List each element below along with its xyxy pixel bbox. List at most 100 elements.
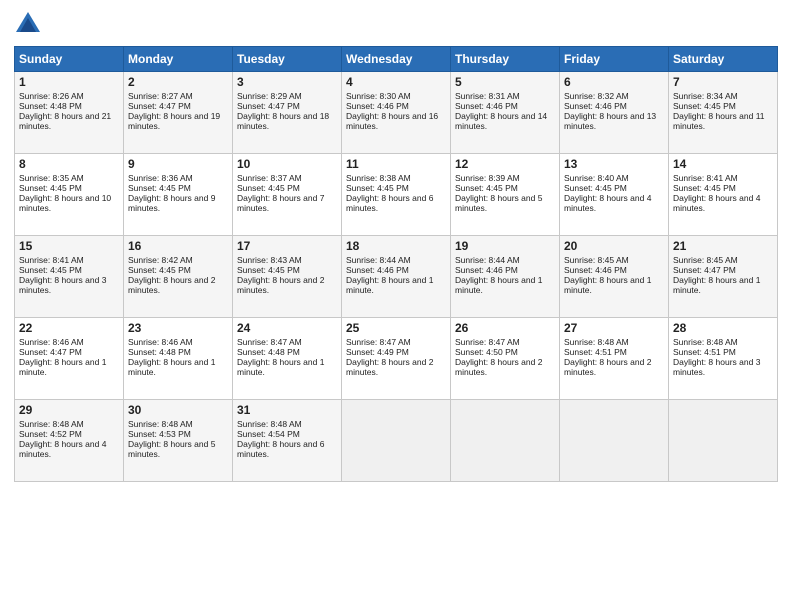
calendar-cell: 7 Sunrise: 8:34 AM Sunset: 4:45 PM Dayli… (669, 72, 778, 154)
sunrise-label: Sunrise: 8:48 AM (237, 419, 302, 429)
calendar-row: 8 Sunrise: 8:35 AM Sunset: 4:45 PM Dayli… (15, 154, 778, 236)
sunset-label: Sunset: 4:52 PM (19, 429, 82, 439)
sunset-label: Sunset: 4:46 PM (346, 101, 409, 111)
calendar-cell: 24 Sunrise: 8:47 AM Sunset: 4:48 PM Dayl… (233, 318, 342, 400)
calendar-cell: 18 Sunrise: 8:44 AM Sunset: 4:46 PM Dayl… (342, 236, 451, 318)
day-number: 10 (237, 157, 337, 171)
day-number: 27 (564, 321, 664, 335)
day-number: 5 (455, 75, 555, 89)
sunrise-label: Sunrise: 8:36 AM (128, 173, 193, 183)
daylight-label: Daylight: 8 hours and 4 minutes. (564, 193, 651, 213)
daylight-label: Daylight: 8 hours and 4 minutes. (673, 193, 760, 213)
logo-icon (14, 10, 42, 38)
sunset-label: Sunset: 4:45 PM (128, 183, 191, 193)
sunset-label: Sunset: 4:48 PM (128, 347, 191, 357)
sunrise-label: Sunrise: 8:27 AM (128, 91, 193, 101)
calendar-cell (560, 400, 669, 482)
day-number: 13 (564, 157, 664, 171)
sunrise-label: Sunrise: 8:47 AM (237, 337, 302, 347)
sunset-label: Sunset: 4:45 PM (346, 183, 409, 193)
daylight-label: Daylight: 8 hours and 6 minutes. (346, 193, 433, 213)
sunrise-label: Sunrise: 8:35 AM (19, 173, 84, 183)
daylight-label: Daylight: 8 hours and 1 minute. (128, 357, 215, 377)
day-number: 29 (19, 403, 119, 417)
sunset-label: Sunset: 4:45 PM (564, 183, 627, 193)
sunset-label: Sunset: 4:47 PM (128, 101, 191, 111)
day-number: 16 (128, 239, 228, 253)
calendar-table: Sunday Monday Tuesday Wednesday Thursday… (14, 46, 778, 482)
calendar-cell (451, 400, 560, 482)
sunrise-label: Sunrise: 8:47 AM (346, 337, 411, 347)
sunrise-label: Sunrise: 8:38 AM (346, 173, 411, 183)
day-number: 17 (237, 239, 337, 253)
header-thursday: Thursday (451, 47, 560, 72)
calendar-row: 15 Sunrise: 8:41 AM Sunset: 4:45 PM Dayl… (15, 236, 778, 318)
page-container: Sunday Monday Tuesday Wednesday Thursday… (0, 0, 792, 488)
day-number: 6 (564, 75, 664, 89)
daylight-label: Daylight: 8 hours and 16 minutes. (346, 111, 438, 131)
header-sunday: Sunday (15, 47, 124, 72)
calendar-cell (342, 400, 451, 482)
day-number: 3 (237, 75, 337, 89)
day-number: 2 (128, 75, 228, 89)
calendar-cell: 16 Sunrise: 8:42 AM Sunset: 4:45 PM Dayl… (124, 236, 233, 318)
calendar-cell: 30 Sunrise: 8:48 AM Sunset: 4:53 PM Dayl… (124, 400, 233, 482)
logo (14, 10, 44, 38)
calendar-cell: 11 Sunrise: 8:38 AM Sunset: 4:45 PM Dayl… (342, 154, 451, 236)
calendar-cell: 20 Sunrise: 8:45 AM Sunset: 4:46 PM Dayl… (560, 236, 669, 318)
header-friday: Friday (560, 47, 669, 72)
sunset-label: Sunset: 4:50 PM (455, 347, 518, 357)
sunrise-label: Sunrise: 8:44 AM (346, 255, 411, 265)
daylight-label: Daylight: 8 hours and 2 minutes. (564, 357, 651, 377)
daylight-label: Daylight: 8 hours and 9 minutes. (128, 193, 215, 213)
sunrise-label: Sunrise: 8:48 AM (19, 419, 84, 429)
calendar-cell: 15 Sunrise: 8:41 AM Sunset: 4:45 PM Dayl… (15, 236, 124, 318)
calendar-cell: 23 Sunrise: 8:46 AM Sunset: 4:48 PM Dayl… (124, 318, 233, 400)
calendar-cell: 1 Sunrise: 8:26 AM Sunset: 4:48 PM Dayli… (15, 72, 124, 154)
calendar-cell (669, 400, 778, 482)
daylight-label: Daylight: 8 hours and 1 minute. (673, 275, 760, 295)
calendar-cell: 12 Sunrise: 8:39 AM Sunset: 4:45 PM Dayl… (451, 154, 560, 236)
sunrise-label: Sunrise: 8:39 AM (455, 173, 520, 183)
day-number: 1 (19, 75, 119, 89)
daylight-label: Daylight: 8 hours and 6 minutes. (237, 439, 324, 459)
day-number: 28 (673, 321, 773, 335)
daylight-label: Daylight: 8 hours and 18 minutes. (237, 111, 329, 131)
daylight-label: Daylight: 8 hours and 19 minutes. (128, 111, 220, 131)
calendar-cell: 19 Sunrise: 8:44 AM Sunset: 4:46 PM Dayl… (451, 236, 560, 318)
day-number: 23 (128, 321, 228, 335)
day-number: 31 (237, 403, 337, 417)
calendar-cell: 2 Sunrise: 8:27 AM Sunset: 4:47 PM Dayli… (124, 72, 233, 154)
sunrise-label: Sunrise: 8:43 AM (237, 255, 302, 265)
calendar-cell: 6 Sunrise: 8:32 AM Sunset: 4:46 PM Dayli… (560, 72, 669, 154)
daylight-label: Daylight: 8 hours and 1 minute. (346, 275, 433, 295)
day-number: 30 (128, 403, 228, 417)
daylight-label: Daylight: 8 hours and 2 minutes. (237, 275, 324, 295)
sunset-label: Sunset: 4:53 PM (128, 429, 191, 439)
sunset-label: Sunset: 4:48 PM (237, 347, 300, 357)
sunrise-label: Sunrise: 8:29 AM (237, 91, 302, 101)
sunset-label: Sunset: 4:45 PM (128, 265, 191, 275)
day-number: 7 (673, 75, 773, 89)
sunset-label: Sunset: 4:45 PM (673, 101, 736, 111)
calendar-cell: 17 Sunrise: 8:43 AM Sunset: 4:45 PM Dayl… (233, 236, 342, 318)
day-number: 8 (19, 157, 119, 171)
sunrise-label: Sunrise: 8:45 AM (564, 255, 629, 265)
sunset-label: Sunset: 4:45 PM (19, 265, 82, 275)
daylight-label: Daylight: 8 hours and 4 minutes. (19, 439, 106, 459)
day-number: 15 (19, 239, 119, 253)
sunrise-label: Sunrise: 8:45 AM (673, 255, 738, 265)
daylight-label: Daylight: 8 hours and 10 minutes. (19, 193, 111, 213)
day-number: 12 (455, 157, 555, 171)
daylight-label: Daylight: 8 hours and 3 minutes. (19, 275, 106, 295)
sunset-label: Sunset: 4:46 PM (455, 265, 518, 275)
sunrise-label: Sunrise: 8:41 AM (19, 255, 84, 265)
daylight-label: Daylight: 8 hours and 11 minutes. (673, 111, 765, 131)
calendar-cell: 4 Sunrise: 8:30 AM Sunset: 4:46 PM Dayli… (342, 72, 451, 154)
day-number: 22 (19, 321, 119, 335)
sunset-label: Sunset: 4:47 PM (19, 347, 82, 357)
sunset-label: Sunset: 4:47 PM (673, 265, 736, 275)
day-number: 19 (455, 239, 555, 253)
sunrise-label: Sunrise: 8:44 AM (455, 255, 520, 265)
day-number: 9 (128, 157, 228, 171)
